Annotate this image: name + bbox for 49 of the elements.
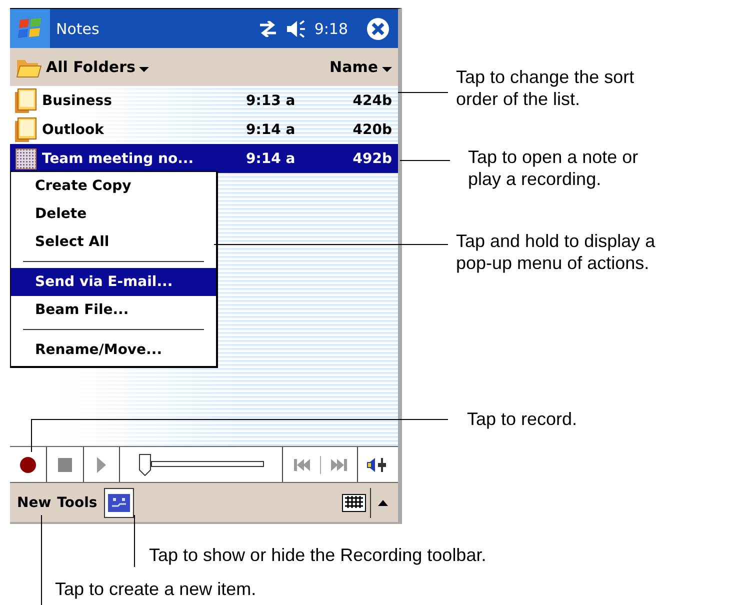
menu-item[interactable]: Create Copy [11,172,216,200]
recording-icon [14,146,38,172]
recording-toolbar-toggle[interactable] [104,488,134,518]
window-title: Notes [56,20,100,38]
cassette-icon [108,494,130,512]
note-folder-icon [14,116,38,142]
callout-text: Tap to show or hide the Recording toolbar. [149,544,488,566]
skip-back-icon[interactable] [294,458,310,470]
skip-forward-icon[interactable] [330,458,346,470]
note-time: 9:14 a [246,122,296,138]
note-size: 420b [352,122,392,138]
keyboard-icon [342,494,366,512]
stop-icon [58,458,72,472]
sync-icon[interactable] [258,20,278,36]
callout-text: Tap to change the sort order of the list. [456,66,636,110]
note-name: Team meeting no... [42,150,195,166]
speaker-icon[interactable] [286,20,306,38]
callout-text: Tap to open a note or play a recording. [468,146,640,190]
volume-icon [366,456,388,472]
callout-text: Tap to create a new item. [55,578,258,600]
menu-item[interactable]: Select All [11,228,216,256]
note-name: Business [42,92,113,108]
menu-bar-item[interactable]: New [14,494,54,510]
play-icon [97,456,106,472]
input-menu-arrow-icon[interactable] [378,500,388,506]
note-row[interactable]: Team meeting no... 9:14 a 492b [10,144,398,173]
record-icon [20,456,36,472]
note-name: Outlook [42,122,105,138]
folder-dropdown[interactable]: All Folders [16,55,150,79]
menu-item[interactable]: Send via E-mail... [11,268,216,296]
menu-bar-item[interactable]: Tools [54,494,100,510]
note-time: 9:14 a [246,150,296,166]
menu-item[interactable]: Rename/Move... [11,336,216,364]
slider-thumb[interactable] [138,454,150,476]
sort-dropdown[interactable]: Name [330,58,392,76]
note-folder-icon [14,88,38,114]
menu-item[interactable]: Delete [11,200,216,228]
callout-text: Tap to record. [467,408,578,430]
note-row[interactable]: Outlook 9:14 a 420b [10,115,398,144]
note-size: 492b [352,150,392,166]
dropdown-arrow-icon [382,66,392,72]
note-size: 424b [352,92,392,108]
dropdown-arrow-icon [139,66,150,72]
callout-text: Tap and hold to display a pop-up menu of actions. [456,230,656,274]
menu-item[interactable]: Beam File... [11,296,216,324]
close-icon[interactable] [366,16,390,40]
clock-time[interactable]: 9:18 [314,20,348,38]
note-row[interactable]: Business 9:13 a 424b [10,86,398,115]
note-time: 9:13 a [246,92,296,108]
